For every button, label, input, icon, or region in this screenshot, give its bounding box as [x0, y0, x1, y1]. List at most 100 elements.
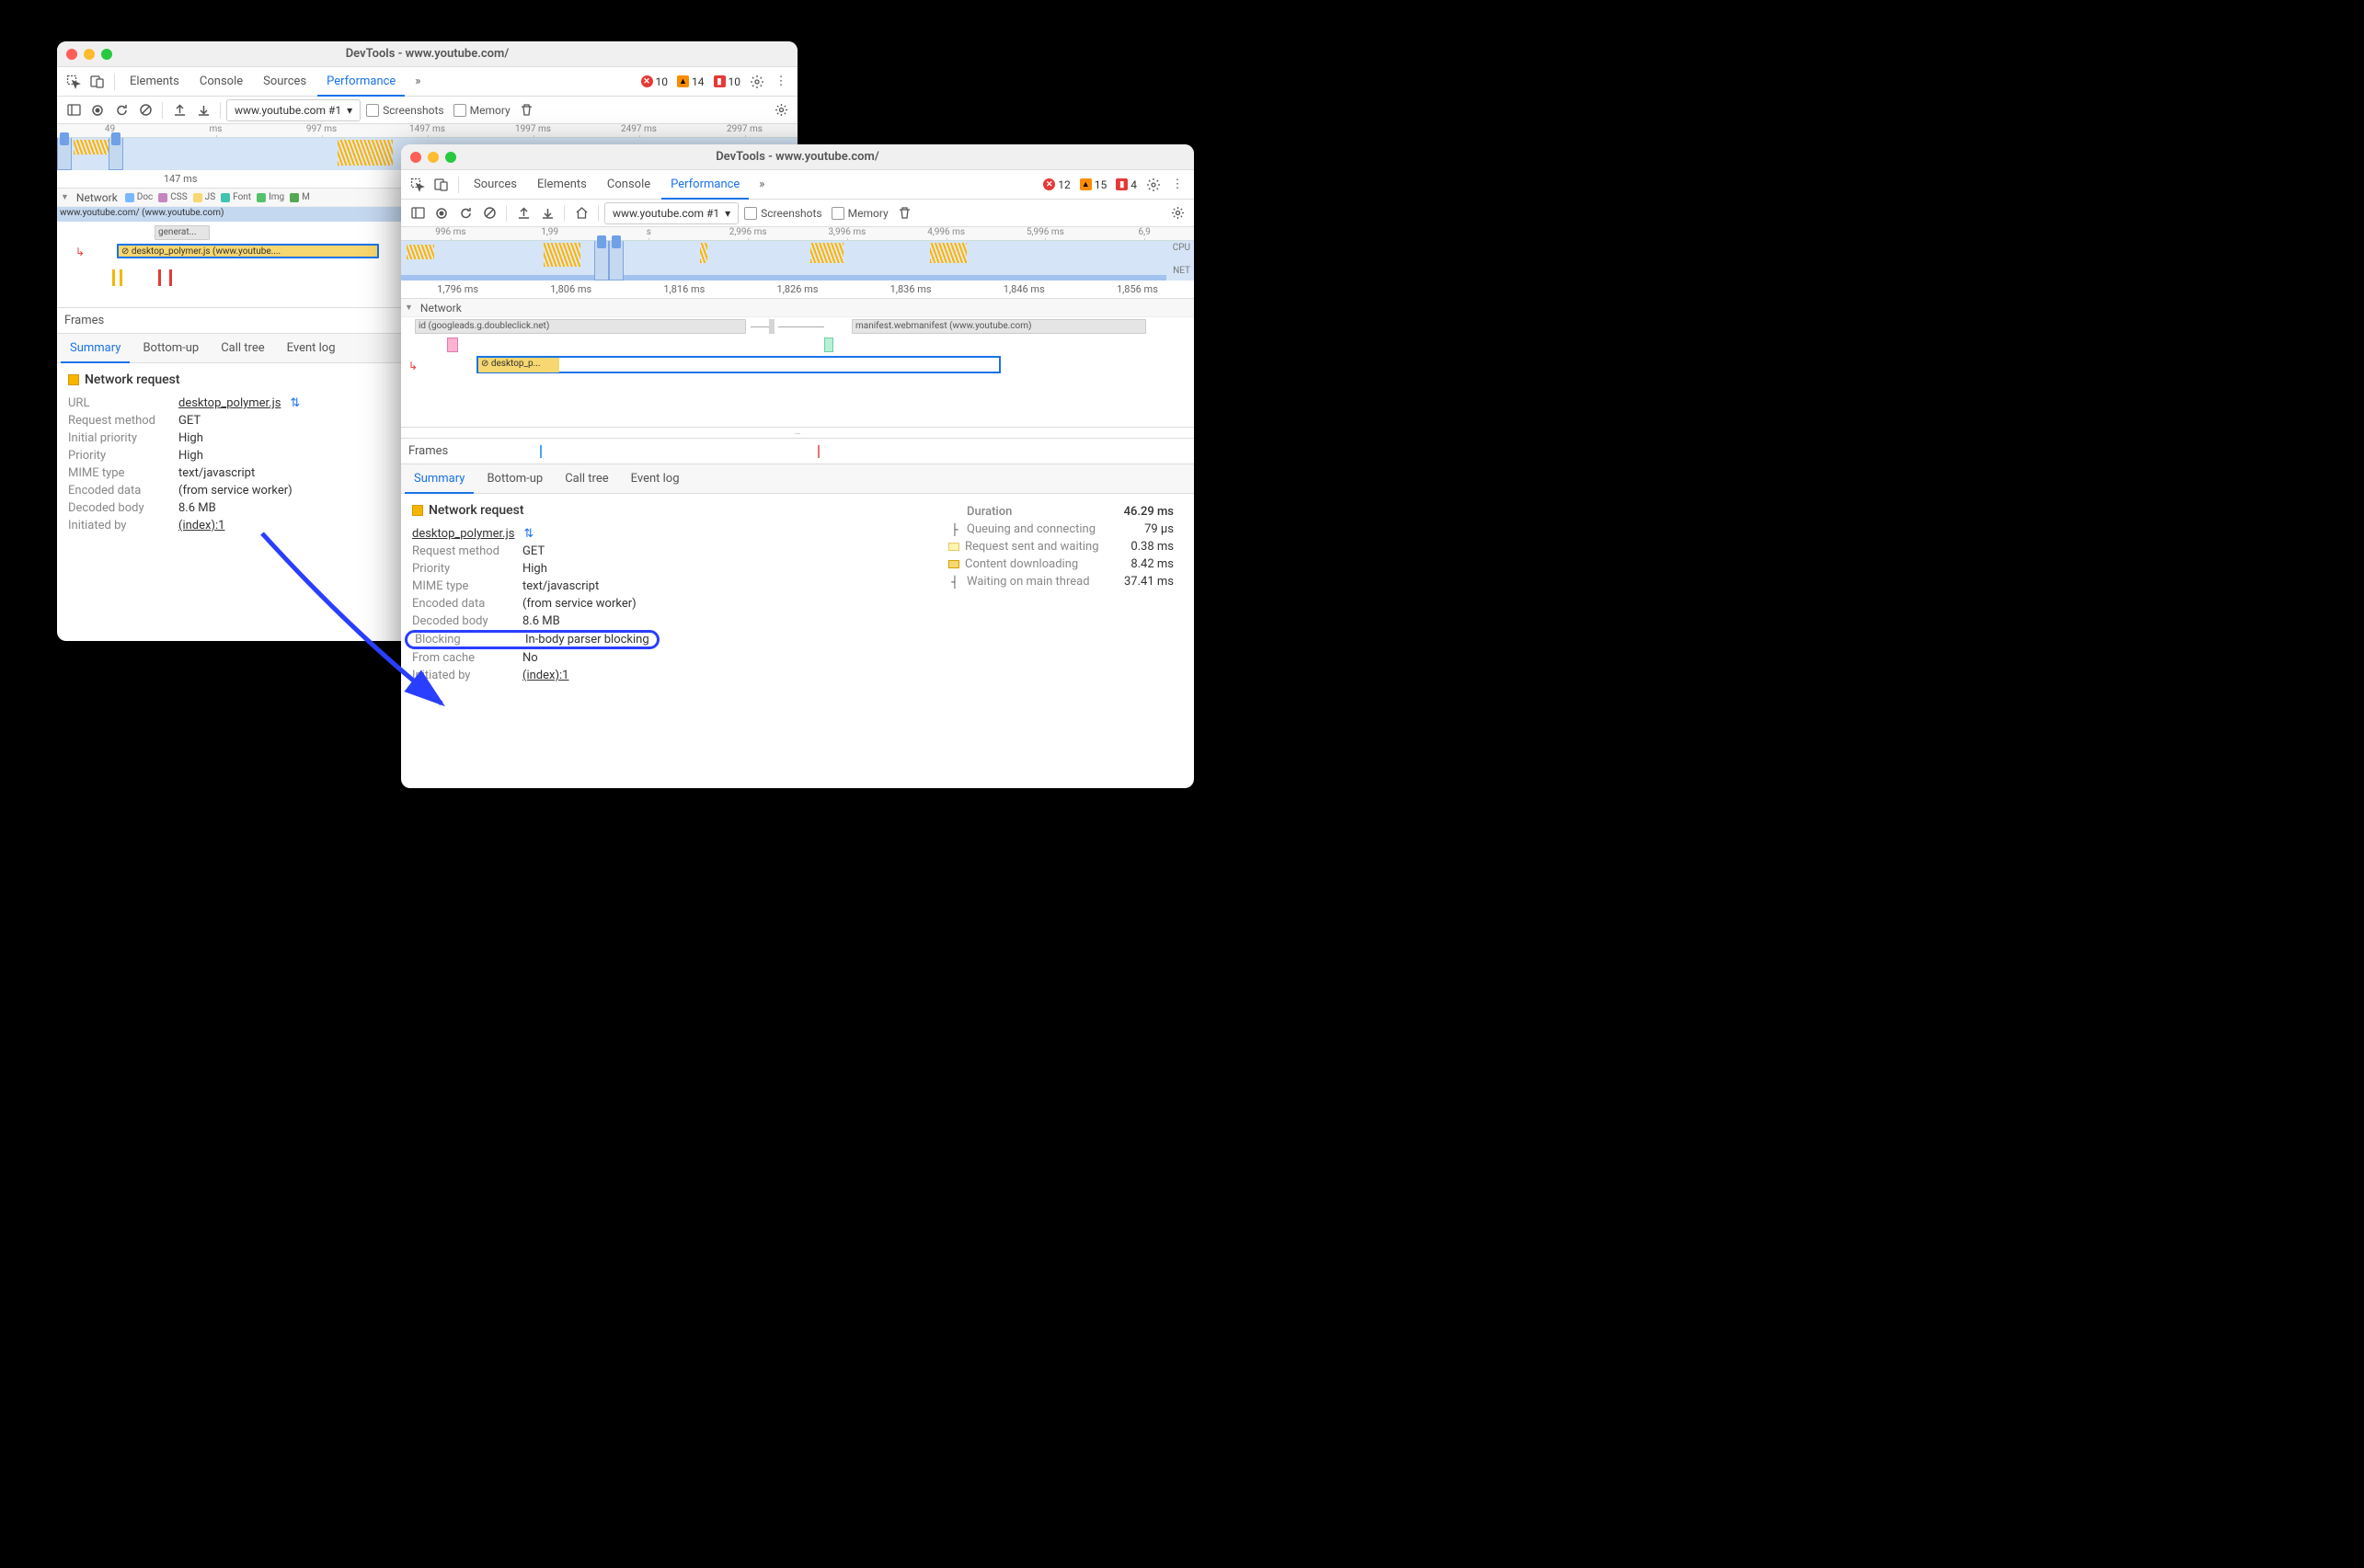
clear-icon[interactable] — [134, 99, 156, 121]
details-subtabs: Summary Bottom-up Call tree Event log — [401, 464, 1194, 494]
subtab-calltree[interactable]: Call tree — [212, 334, 273, 363]
subtab-summary[interactable]: Summary — [61, 334, 130, 363]
overview-handle-right[interactable] — [609, 241, 624, 280]
close-icon[interactable] — [66, 49, 77, 60]
tab-performance[interactable]: Performance — [317, 67, 405, 97]
network-lanes[interactable]: id (googleads.g.doubleclick.net) manifes… — [401, 317, 1194, 428]
close-icon[interactable] — [410, 152, 421, 163]
profile-select[interactable]: www.youtube.com #1▾ — [226, 99, 361, 121]
link-icon: ⇅ — [523, 527, 534, 541]
issue-count[interactable]: ▮10 — [710, 75, 745, 88]
kv-url: URLdesktop_polymer.js ⇅ — [68, 395, 300, 412]
download-icon[interactable] — [536, 202, 558, 224]
resource-type-icon — [412, 505, 423, 516]
chevron-down-icon: ▾ — [725, 207, 730, 220]
memory-checkbox[interactable]: Memory — [828, 207, 892, 220]
kv-decoded: Decoded body8.6 MB — [68, 499, 300, 517]
overview-handle-right[interactable] — [109, 138, 123, 170]
warning-count[interactable]: ▲14 — [673, 75, 708, 88]
kv-initial-priority: Initial priorityHigh — [68, 429, 300, 447]
screenshots-checkbox[interactable]: Screenshots — [362, 104, 447, 117]
trash-icon[interactable] — [516, 99, 538, 121]
clear-icon[interactable] — [478, 202, 500, 224]
error-count[interactable]: ✕10 — [637, 75, 672, 88]
upload-icon[interactable] — [512, 202, 534, 224]
zoom-icon[interactable] — [101, 49, 112, 60]
subtab-bottomup[interactable]: Bottom-up — [477, 464, 552, 494]
more-tabs-icon[interactable]: » — [751, 174, 773, 196]
tab-elements[interactable]: Elements — [528, 170, 596, 200]
request-bar[interactable]: generat... — [155, 225, 210, 240]
minimize-icon[interactable] — [84, 49, 95, 60]
home-icon[interactable] — [570, 202, 592, 224]
tab-elements[interactable]: Elements — [120, 67, 189, 97]
kv-method: Request methodGET — [68, 412, 300, 429]
gear-icon[interactable] — [1166, 202, 1188, 224]
subtab-eventlog[interactable]: Event log — [622, 464, 689, 494]
chevron-down-icon: ▼ — [61, 192, 69, 202]
warning-count[interactable]: ▲15 — [1076, 178, 1111, 191]
tab-sources[interactable]: Sources — [254, 67, 316, 97]
details-title: Network request — [68, 372, 300, 387]
frame-marker — [818, 445, 820, 458]
lane-gutter[interactable]: … — [401, 428, 1194, 439]
trash-icon[interactable] — [894, 202, 916, 224]
tab-performance[interactable]: Performance — [661, 170, 749, 200]
more-tabs-icon[interactable]: » — [407, 71, 429, 93]
upload-icon[interactable] — [168, 99, 190, 121]
timeline-ruler: 1,796 ms 1,806 ms 1,816 ms 1,826 ms 1,83… — [401, 280, 1194, 299]
overview-handle-left[interactable] — [594, 241, 609, 280]
gear-icon[interactable] — [1142, 174, 1165, 196]
request-bar[interactable] — [824, 338, 833, 352]
device-icon[interactable] — [86, 71, 109, 93]
gear-icon[interactable] — [746, 71, 768, 93]
minimize-icon[interactable] — [428, 152, 439, 163]
timing-breakdown: Duration46.29 ms ├Queuing and connecting… — [948, 503, 1174, 684]
screenshots-checkbox[interactable]: Screenshots — [740, 207, 825, 220]
initiator-arrow-icon: ↳ — [75, 246, 85, 258]
device-icon[interactable] — [430, 174, 453, 196]
titlebar: DevTools - www.youtube.com/ — [57, 41, 798, 67]
reload-icon[interactable] — [454, 202, 476, 224]
perf-toolbar: www.youtube.com #1▾ Screenshots Memory — [401, 200, 1194, 227]
subtab-summary[interactable]: Summary — [405, 464, 474, 494]
request-bar[interactable] — [447, 338, 458, 352]
details-title: Network request — [412, 503, 660, 518]
subtab-eventlog[interactable]: Event log — [278, 334, 345, 363]
link-icon: ⇅ — [290, 396, 300, 410]
profile-select[interactable]: www.youtube.com #1▾ — [604, 202, 739, 224]
kebab-icon[interactable]: ⋮ — [1166, 174, 1188, 196]
tab-console[interactable]: Console — [190, 67, 252, 97]
zoom-icon[interactable] — [445, 152, 456, 163]
record-icon[interactable] — [86, 99, 109, 121]
panel-toggle-icon[interactable] — [407, 202, 429, 224]
kv-initiated: Initiated by(index):1 — [68, 517, 300, 534]
reload-icon[interactable] — [110, 99, 132, 121]
record-icon[interactable] — [430, 202, 453, 224]
overview-handle-left[interactable] — [57, 138, 72, 170]
tab-console[interactable]: Console — [598, 170, 660, 200]
network-track-header[interactable]: ▼ Network — [401, 299, 1194, 317]
kv-priority: PriorityHigh — [412, 560, 660, 578]
overview-strip[interactable]: 996 ms 1,99 s 2,996 ms 3,996 ms 4,996 ms… — [401, 227, 1194, 280]
window-title: DevTools - www.youtube.com/ — [346, 47, 510, 61]
panel-toggle-icon[interactable] — [63, 99, 85, 121]
kv-mime: MIME typetext/javascript — [412, 578, 660, 595]
issue-count[interactable]: ▮4 — [1112, 178, 1141, 191]
download-icon[interactable] — [192, 99, 214, 121]
selected-request-bar[interactable]: ⊘ desktop_polymer.js (www.youtube.... — [117, 244, 379, 258]
tab-sources[interactable]: Sources — [465, 170, 526, 200]
subtab-calltree[interactable]: Call tree — [556, 464, 617, 494]
selected-request-bar[interactable]: ⊘ desktop_p... — [478, 358, 559, 372]
request-bar[interactable]: id (googleads.g.doubleclick.net) — [415, 319, 746, 334]
memory-checkbox[interactable]: Memory — [450, 104, 514, 117]
subtab-bottomup[interactable]: Bottom-up — [133, 334, 208, 363]
request-bar[interactable]: manifest.webmanifest (www.youtube.com) — [852, 319, 1146, 334]
kebab-icon[interactable]: ⋮ — [770, 71, 792, 93]
error-count[interactable]: ✕12 — [1039, 178, 1074, 191]
gear-icon[interactable] — [770, 99, 792, 121]
titlebar: DevTools - www.youtube.com/ — [401, 144, 1194, 170]
frames-strip[interactable]: Frames — [401, 439, 1194, 464]
inspect-icon[interactable] — [407, 174, 429, 196]
inspect-icon[interactable] — [63, 71, 85, 93]
